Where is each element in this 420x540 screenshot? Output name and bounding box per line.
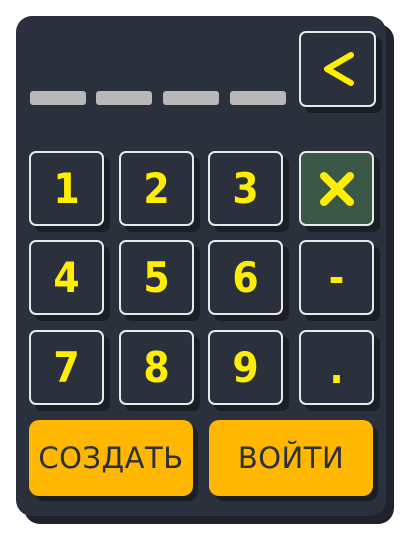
chevron-left-icon — [321, 49, 355, 89]
create-button[interactable]: СОЗДАТЬ — [29, 420, 193, 496]
key-5[interactable]: 5 — [119, 240, 194, 315]
key-8[interactable]: 8 — [119, 330, 194, 405]
backspace-button[interactable] — [299, 31, 376, 107]
pin-slot-4 — [230, 91, 286, 105]
key-1[interactable]: 1 — [29, 151, 104, 226]
key-7[interactable]: 7 — [29, 330, 104, 405]
pin-slot-2 — [96, 91, 152, 105]
login-button[interactable]: ВОЙТИ — [209, 420, 373, 496]
key-4[interactable]: 4 — [29, 240, 104, 315]
key-3[interactable]: 3 — [208, 151, 283, 226]
key-dot[interactable]: . — [299, 330, 374, 405]
key-9[interactable]: 9 — [208, 330, 283, 405]
key-6[interactable]: 6 — [208, 240, 283, 315]
key-minus[interactable]: - — [299, 240, 374, 315]
pin-slot-1 — [30, 91, 86, 105]
key-2[interactable]: 2 — [119, 151, 194, 226]
pin-slot-3 — [163, 91, 219, 105]
clear-button[interactable] — [299, 151, 374, 226]
x-icon — [317, 169, 357, 209]
